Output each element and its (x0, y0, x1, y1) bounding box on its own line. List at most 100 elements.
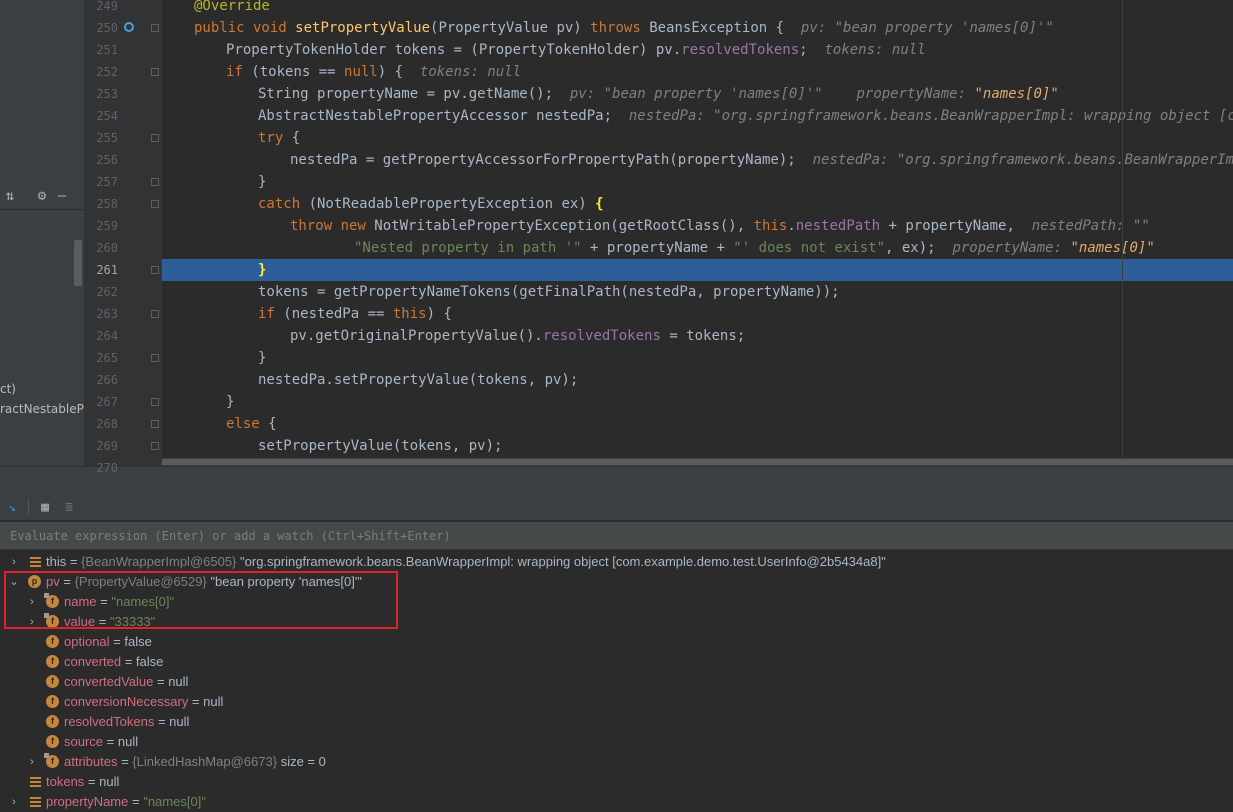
code-line-256[interactable]: nestedPa = getPropertyAccessorForPropert… (162, 149, 1233, 171)
line-number[interactable]: 265 (84, 347, 118, 369)
var-value: null (99, 774, 120, 789)
var-row-optional[interactable]: f optional = false (0, 632, 1233, 652)
line-number[interactable]: 262 (84, 281, 118, 303)
var-row-resolvedTokens[interactable]: f resolvedTokens = null (0, 712, 1233, 732)
code-text: nestedPa = getPropertyAccessorForPropert… (290, 152, 796, 168)
fold-marker[interactable] (151, 398, 159, 406)
code-text: PropertyTokenHolder tokens = (PropertyTo… (226, 42, 682, 58)
line-number[interactable]: 255 (84, 127, 118, 149)
code-text: AbstractNestablePropertyAccessor nestedP… (258, 108, 613, 124)
variable-list-icon (30, 797, 41, 807)
line-number[interactable]: 268 (84, 413, 118, 435)
code-text: (nestedPa == (283, 306, 393, 322)
line-number[interactable]: 270 (84, 457, 118, 479)
code-line-255[interactable]: try { (162, 127, 1233, 149)
code-line-258[interactable]: catch (NotReadablePropertyException ex) … (162, 193, 1233, 215)
minimize-icon[interactable]: — (52, 188, 72, 204)
annotation: @Override (194, 0, 270, 14)
line-number[interactable]: 267 (84, 391, 118, 413)
table-icon[interactable]: ▦ (33, 500, 57, 515)
line-number[interactable]: 266 (84, 369, 118, 391)
fold-marker[interactable] (151, 178, 159, 186)
code-line-262[interactable]: tokens = getPropertyNameTokens(getFinalP… (162, 281, 1233, 303)
code-text: . (787, 218, 796, 234)
code-text: , ex); (885, 240, 936, 256)
scrollbar[interactable] (74, 240, 82, 286)
code-line-264[interactable]: pv.getOriginalPropertyValue().resolvedTo… (162, 325, 1233, 347)
fold-marker[interactable] (151, 68, 159, 76)
step-cursor-icon[interactable]: ↘ (0, 500, 24, 515)
line-number[interactable]: 249 (84, 0, 118, 17)
line-number[interactable]: 256 (84, 149, 118, 171)
divider (0, 209, 84, 210)
code-line-259[interactable]: throw new NotWritablePropertyException(g… (162, 215, 1233, 237)
fold-marker[interactable] (151, 24, 159, 32)
code-line-269[interactable]: setPropertyValue(tokens, pv); (162, 435, 1233, 457)
code-line-263[interactable]: if (nestedPa == this) { (162, 303, 1233, 325)
line-number[interactable]: 258 (84, 193, 118, 215)
scrollbar-thumb[interactable] (162, 459, 1233, 465)
line-number[interactable]: 254 (84, 105, 118, 127)
code-text: setPropertyValue(tokens, pv); (258, 438, 503, 454)
var-row-conversionNecessary[interactable]: f conversionNecessary = null (0, 692, 1233, 712)
var-row-source[interactable]: f source = null (0, 732, 1233, 752)
line-number[interactable]: 250 (84, 17, 118, 39)
code-line-252[interactable]: if (tokens == null) { tokens: null (162, 61, 1233, 83)
chevron-right-icon[interactable]: › (8, 792, 20, 812)
code-editor[interactable]: @Override public void setPropertyValue(P… (162, 0, 1233, 466)
line-number[interactable]: 269 (84, 435, 118, 457)
inline-debug-hint: nestedPa: "org.springframework.beans.Bea… (812, 152, 1233, 168)
line-number[interactable]: 259 (84, 215, 118, 237)
code-text: = tokens; (660, 328, 746, 344)
code-text: (PropertyValue pv) (430, 20, 591, 36)
line-number[interactable]: 264 (84, 325, 118, 347)
gear-icon[interactable]: ⚙ (32, 188, 52, 204)
code-line-266[interactable]: nestedPa.setPropertyValue(tokens, pv); (162, 369, 1233, 391)
tree-item-text[interactable]: ractNestablePr (0, 402, 84, 416)
code-line-265[interactable]: } (162, 347, 1233, 369)
line-number[interactable]: 253 (84, 83, 118, 105)
field-icon: f (46, 695, 59, 708)
tree-item-text[interactable]: ct) (0, 382, 16, 396)
override-icon[interactable] (124, 22, 134, 32)
line-number[interactable]: 252 (84, 61, 118, 83)
fold-marker[interactable] (151, 200, 159, 208)
var-row-converted[interactable]: f converted = false (0, 652, 1233, 672)
field-icon: f (46, 675, 59, 688)
code-line-250[interactable]: public void setPropertyValue(PropertyVal… (162, 17, 1233, 39)
var-type: {BeanWrapperImpl@6505} (81, 554, 237, 569)
code-line-254[interactable]: AbstractNestablePropertyAccessor nestedP… (162, 105, 1233, 127)
line-number[interactable]: 257 (84, 171, 118, 193)
code-line-251[interactable]: PropertyTokenHolder tokens = (PropertyTo… (162, 39, 1233, 61)
settings-list-icon[interactable]: ≣ (57, 500, 81, 515)
var-row-convertedValue[interactable]: f convertedValue = null (0, 672, 1233, 692)
variable-list-icon (30, 557, 41, 567)
fold-marker[interactable] (151, 420, 159, 428)
code-line-261-execution-point[interactable]: } (162, 259, 1233, 281)
fold-marker[interactable] (151, 134, 159, 142)
inline-debug-value: "names[0]" (974, 86, 1059, 102)
horizontal-scrollbar[interactable] (162, 458, 1233, 466)
collapse-all-icon[interactable]: ⇅ (0, 188, 20, 204)
line-number[interactable]: 260 (84, 237, 118, 259)
line-number[interactable]: 261 (84, 259, 118, 281)
code-line-267[interactable]: } (162, 391, 1233, 413)
code-line-257[interactable]: } (162, 171, 1233, 193)
line-number[interactable]: 251 (84, 39, 118, 61)
evaluate-expression-input[interactable] (4, 525, 1233, 547)
fold-marker[interactable] (151, 310, 159, 318)
line-number[interactable]: 263 (84, 303, 118, 325)
code-line-260[interactable]: "Nested property in path '" + propertyNa… (162, 237, 1233, 259)
code-line-249[interactable]: @Override (162, 0, 1233, 17)
var-row-this[interactable]: › this = {BeanWrapperImpl@6505} "org.spr… (0, 552, 1233, 572)
fold-marker[interactable] (151, 266, 159, 274)
code-line-268[interactable]: else { (162, 413, 1233, 435)
chevron-right-icon[interactable]: › (26, 752, 38, 772)
chevron-right-icon[interactable]: › (8, 552, 20, 572)
var-row-tokens[interactable]: tokens = null (0, 772, 1233, 792)
fold-marker[interactable] (151, 354, 159, 362)
var-row-attributes[interactable]: › f attributes = {LinkedHashMap@6673} si… (0, 752, 1233, 772)
code-line-253[interactable]: String propertyName = pv.getName(); pv: … (162, 83, 1233, 105)
var-row-propertyName[interactable]: › propertyName = "names[0]" (0, 792, 1233, 812)
fold-marker[interactable] (151, 442, 159, 450)
